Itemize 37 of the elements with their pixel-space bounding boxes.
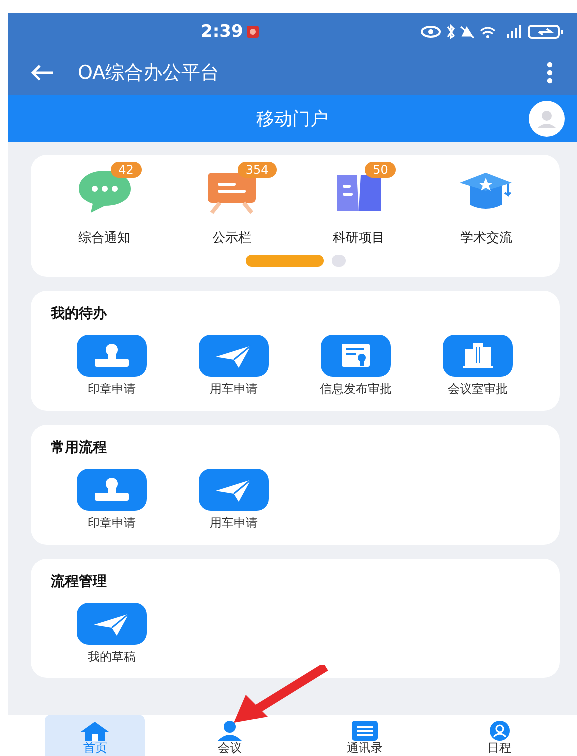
shortcut-item[interactable]: 50 科研项目 [298,160,420,247]
list-icon [350,721,380,741]
avatar-icon[interactable] [529,101,565,137]
app-shortcut[interactable]: 用车申请 [173,468,295,531]
stamp-icon [77,335,147,377]
shortcut-item[interactable]: 42 综合通知 [44,160,166,247]
app-shortcut[interactable]: 用车申请 [173,335,295,397]
section-title: 常用流程 [51,438,108,457]
building-icon [443,335,513,377]
count-badge: 42 [110,162,142,178]
app-notification-icon [247,26,260,38]
clock: 2:39 [201,22,244,42]
paper-plane-icon [199,468,269,511]
page-indicator[interactable] [246,255,324,267]
back-arrow-icon[interactable] [30,64,54,82]
nav-tab[interactable]: 通讯录 [314,715,415,756]
certificate-icon [321,335,391,377]
app-shortcut[interactable]: 会议室审批 [417,335,539,397]
stamp-icon [77,468,147,511]
app-title: OA综合办公平台 [78,60,220,86]
app-shortcut[interactable]: 印章申请 [51,468,173,531]
paper-plane-icon [77,602,147,645]
count-badge: 354 [238,162,277,178]
nav-tab[interactable]: 日程 [450,715,550,756]
app-shortcut[interactable]: 信息发布审批 [295,335,417,397]
section-title: 流程管理 [51,572,108,591]
home-icon [80,721,110,741]
nav-tab[interactable]: 会议 [180,715,280,756]
section-title: 我的待办 [51,305,108,323]
shortcut-item[interactable]: 学术交流 [425,160,548,247]
page-title: 移动门户 [256,108,328,130]
shortcut-item[interactable]: 354 公示栏 [170,160,293,247]
more-menu-icon[interactable] [547,62,553,84]
count-badge: 50 [365,162,396,178]
app-shortcut[interactable]: 我的草稿 [51,602,173,664]
app-shortcut[interactable]: 印章申请 [51,335,173,397]
paper-plane-icon [199,335,269,377]
